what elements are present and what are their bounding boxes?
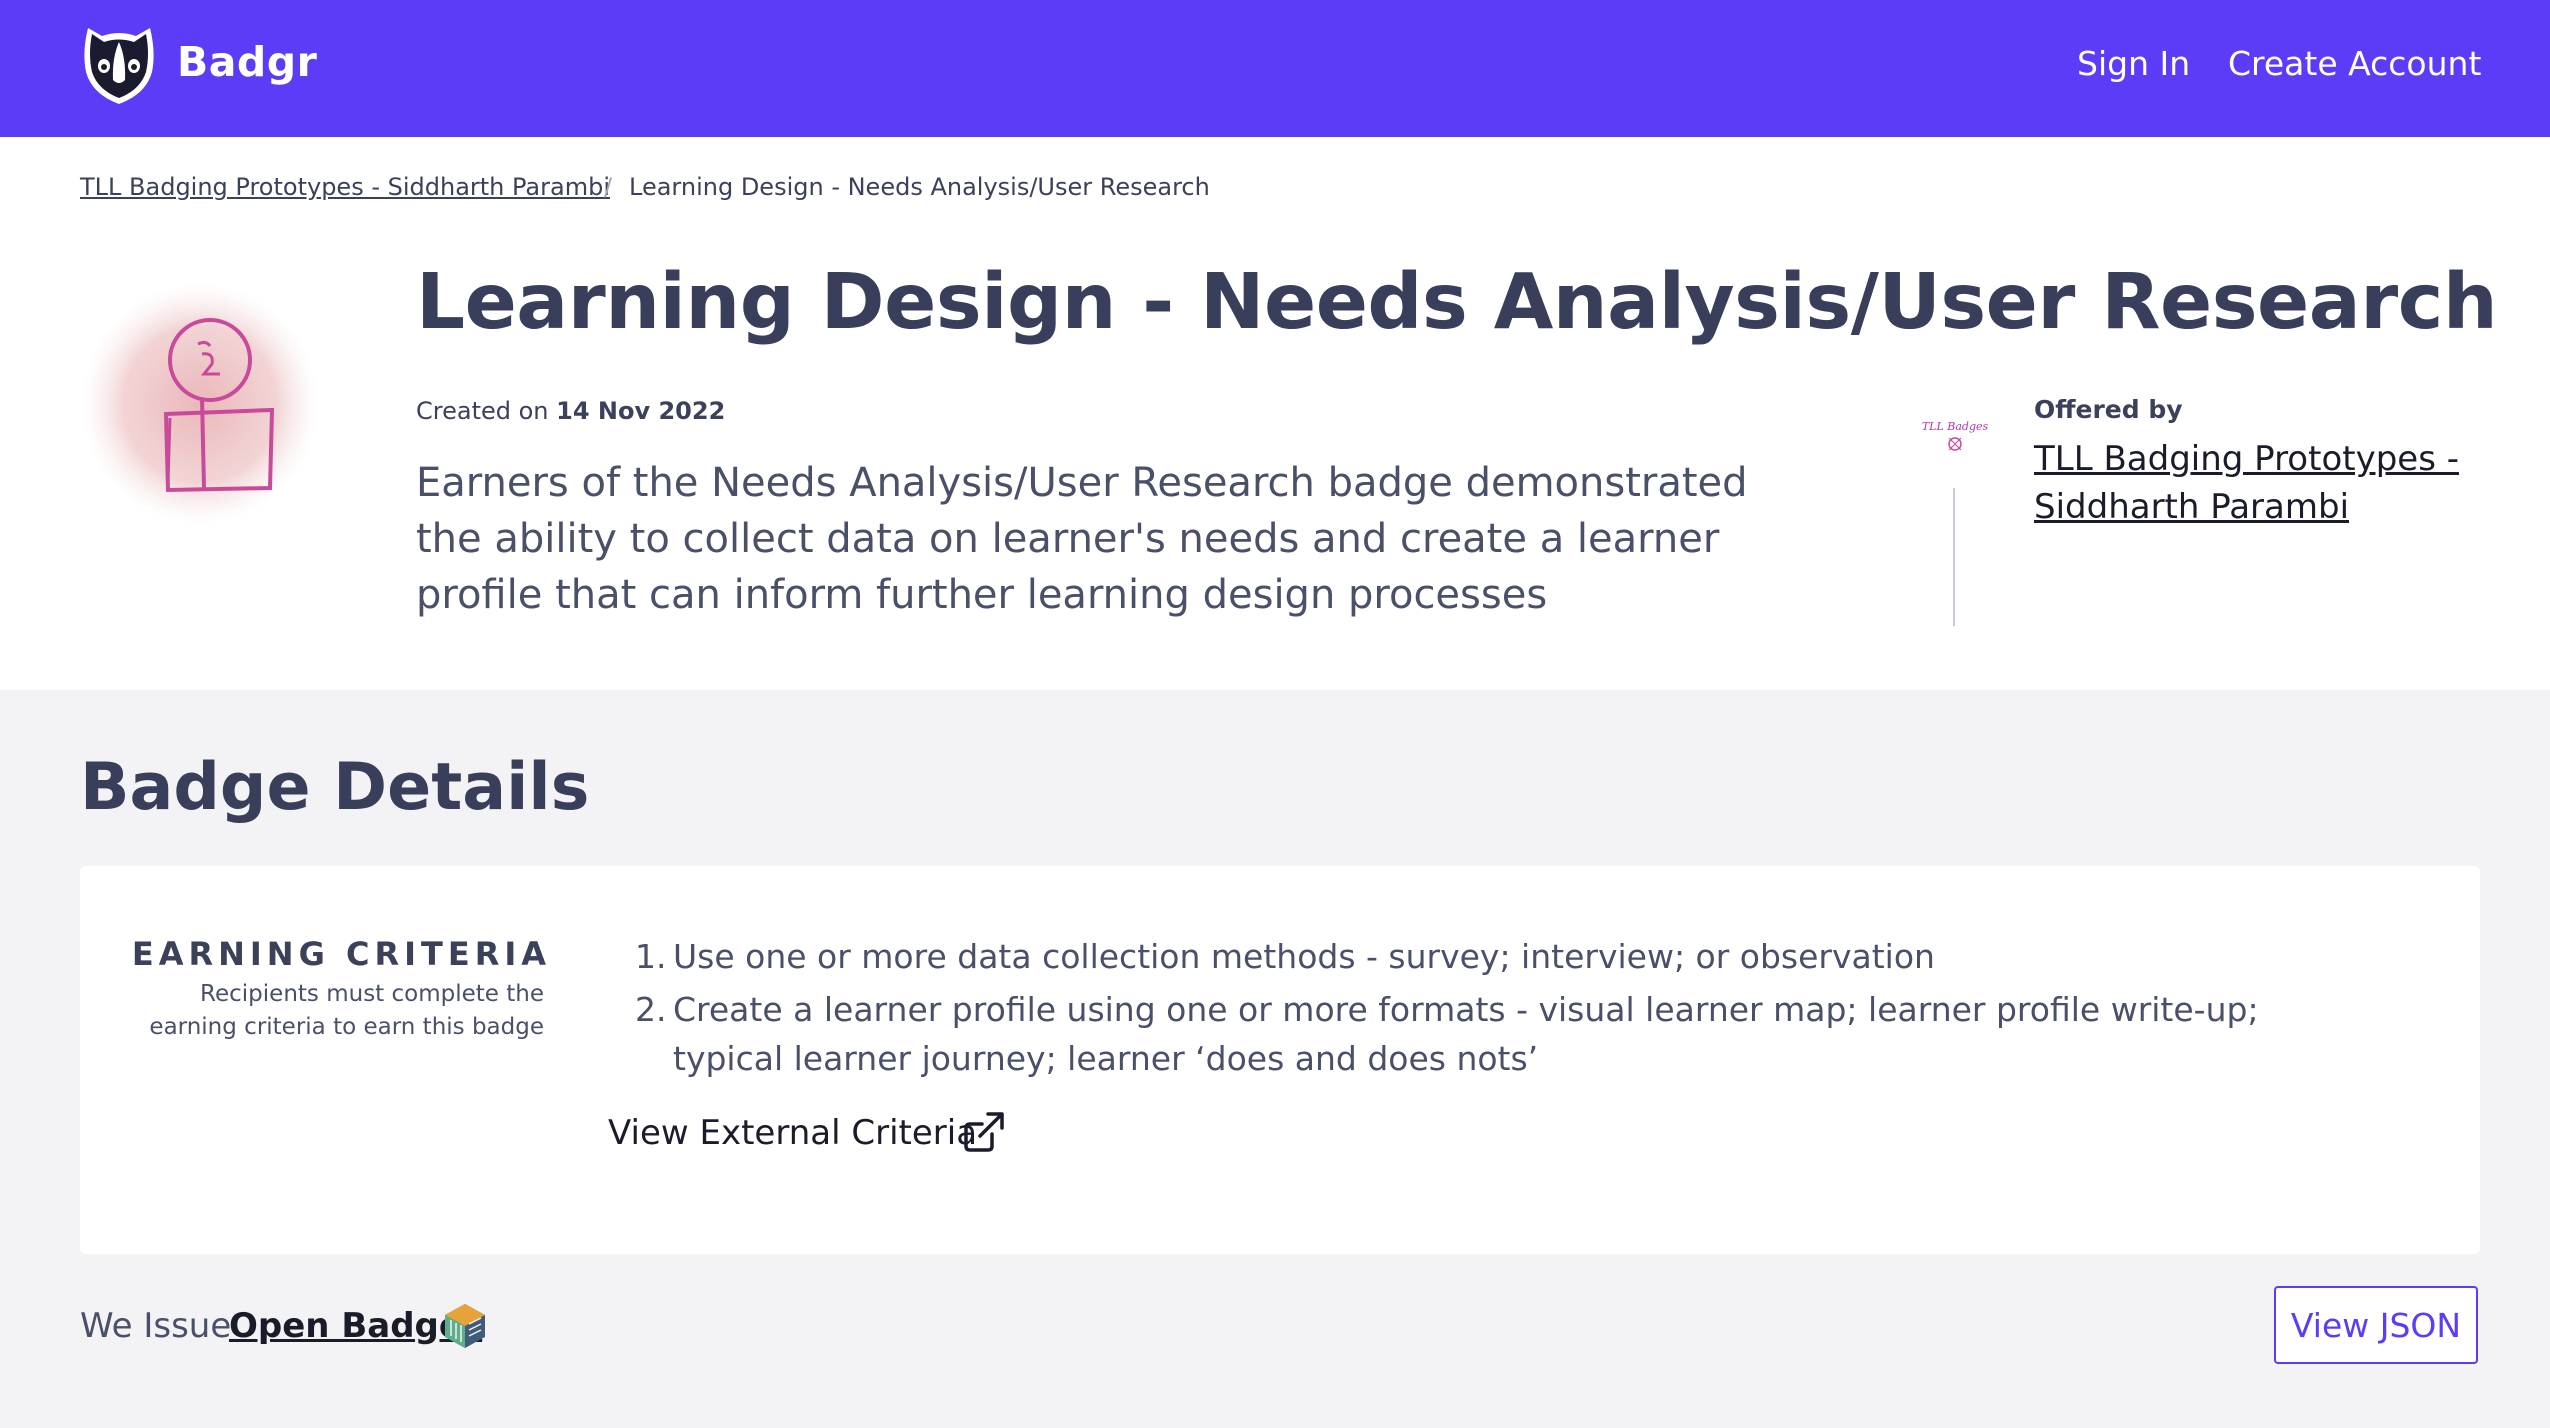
view-external-criteria-link[interactable]: View External Criteria (608, 1113, 977, 1153)
view-json-button[interactable]: View JSON (2274, 1286, 2478, 1364)
criteria-list: 1. Use one or more data collection metho… (635, 932, 2375, 1087)
created-date: Created on 14 Nov 2022 (416, 397, 725, 425)
issuer-divider (1953, 488, 1955, 626)
issuer-name-link[interactable]: TLL Badging Prototypes - Siddharth Param… (2034, 435, 2494, 531)
created-prefix: Created on (416, 397, 549, 425)
we-issue-text: We Issue (80, 1306, 232, 1346)
external-link-icon[interactable] (962, 1110, 1006, 1154)
offered-by-label: Offered by (2034, 395, 2183, 424)
badge-details-title: Badge Details (80, 750, 590, 825)
badge-description: Earners of the Needs Analysis/User Resea… (416, 460, 1748, 618)
badge-title: Learning Design - Needs Analysis/User Re… (416, 258, 2498, 347)
sign-in-link[interactable]: Sign In (2077, 44, 2190, 83)
brand-name[interactable]: Badgr (177, 38, 317, 86)
earning-criteria-subtext: Recipients must complete the earning cri… (149, 981, 544, 1040)
criteria-number: 1. (635, 937, 667, 976)
criteria-number: 2. (635, 990, 667, 1029)
created-date-value: 14 Nov 2022 (556, 397, 726, 425)
open-badges-logo-icon (445, 1304, 485, 1348)
issuer-logo-text: TLL Badges (1922, 420, 1989, 433)
badger-logo-icon[interactable] (80, 22, 158, 108)
issuer-logo[interactable]: TLL Badges (1920, 410, 1990, 460)
criteria-text: Use one or more data collection methods … (673, 937, 1935, 976)
top-navigation-bar: Badgr Sign In Create Account (0, 0, 2550, 137)
criteria-item: 1. Use one or more data collection metho… (635, 932, 2375, 981)
breadcrumb-issuer-link[interactable]: TLL Badging Prototypes - Siddharth Param… (80, 173, 610, 201)
criteria-text: Create a learner profile using one or mo… (673, 990, 2259, 1078)
breadcrumb-current: Learning Design - Needs Analysis/User Re… (629, 173, 1210, 201)
badge-image (82, 284, 318, 524)
create-account-link[interactable]: Create Account (2228, 44, 2481, 83)
breadcrumb-separator: / (604, 173, 613, 201)
earning-criteria-heading: EARNING CRITERIA (131, 935, 551, 973)
criteria-item: 2. Create a learner profile using one or… (635, 985, 2375, 1083)
